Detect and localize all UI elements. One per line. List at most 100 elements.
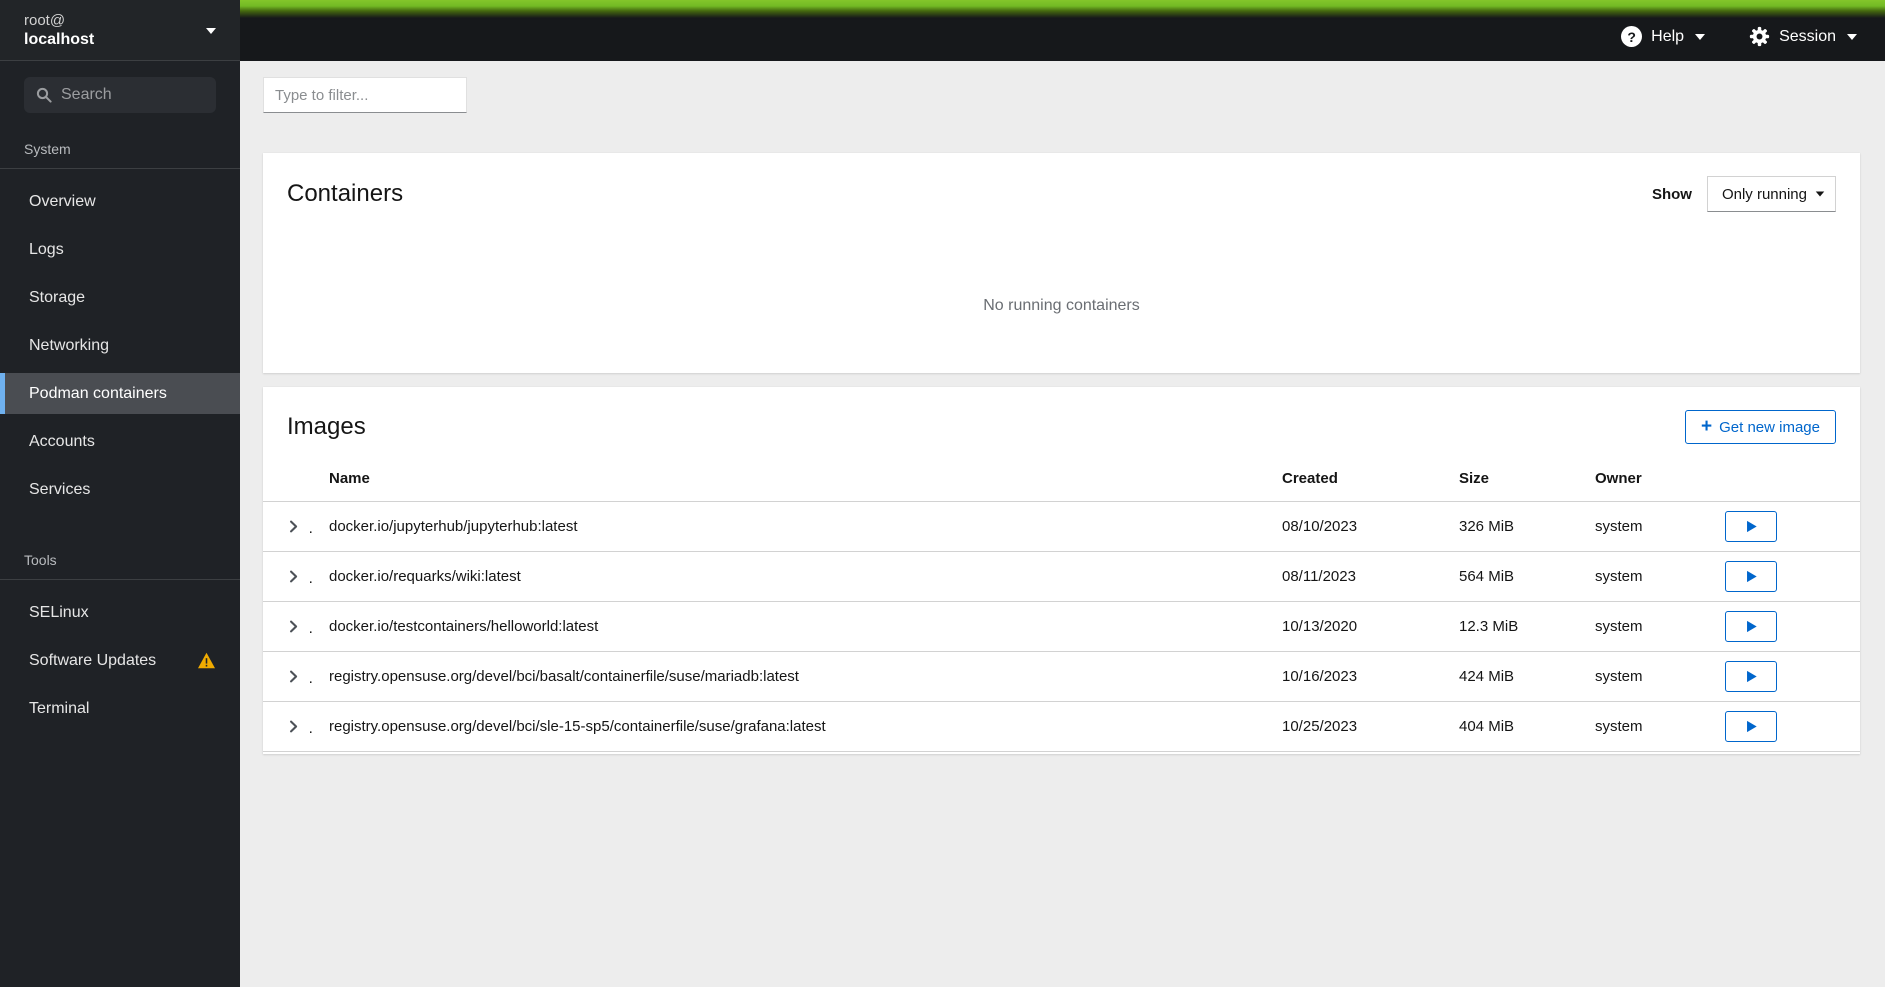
col-owner: Owner [1579, 464, 1709, 502]
table-row: registry.opensuse.org/devel/bci/sle-15-s… [263, 701, 1860, 752]
play-icon [1746, 570, 1757, 583]
sidebar-item-logs[interactable]: Logs [0, 229, 240, 270]
containers-empty-message: No running containers [983, 296, 1140, 314]
search-icon [36, 87, 52, 103]
session-label: Session [1779, 27, 1836, 45]
col-size: Size [1443, 464, 1579, 502]
run-image-button[interactable] [1725, 511, 1777, 542]
filter-input[interactable] [263, 77, 467, 113]
image-created: 10/16/2023 [1266, 651, 1443, 702]
sidebar-item-label: Logs [29, 240, 64, 258]
page-content: Containers Show Only running No running … [240, 61, 1885, 987]
sidebar-item-selinux[interactable]: SELinux [0, 592, 240, 633]
get-new-image-label: Get new image [1719, 418, 1820, 436]
image-owner: system [1579, 501, 1709, 552]
sidebar-item-overview[interactable]: Overview [0, 181, 240, 222]
image-size: 564 MiB [1443, 551, 1579, 602]
host-name: localhost [24, 31, 95, 49]
sidebar-item-accounts[interactable]: Accounts [0, 421, 240, 462]
play-icon [1746, 670, 1757, 683]
images-card: Images + Get new image Name Created Size [263, 387, 1860, 754]
table-row: docker.io/requarks/wiki:latest 08/11/202… [263, 551, 1860, 602]
sidebar-item-label: Services [29, 480, 91, 498]
image-name: docker.io/jupyterhub/jupyterhub:latest [313, 501, 1266, 552]
image-size: 12.3 MiB [1443, 601, 1579, 652]
get-new-image-button[interactable]: + Get new image [1685, 410, 1836, 444]
main-area: ? Help Session Type to filter... Contain… [240, 0, 1885, 987]
sidebar-item-services[interactable]: Services [0, 469, 240, 510]
nav-section-title: Tools [0, 542, 240, 580]
expand-row-button[interactable] [279, 616, 308, 637]
sidebar-nav: System Overview Logs Storage Networking … [0, 127, 240, 736]
caret-down-icon [1695, 33, 1706, 40]
sidebar-item-label: Storage [29, 288, 86, 306]
image-owner: system [1579, 701, 1709, 752]
sidebar-item-label: Overview [29, 192, 96, 210]
table-row: docker.io/jupyterhub/jupyterhub:latest 0… [263, 501, 1860, 552]
images-title: Images [287, 413, 366, 440]
run-image-button[interactable] [1725, 611, 1777, 642]
caret-down-icon [1847, 33, 1857, 40]
play-icon [1746, 520, 1757, 533]
image-size: 404 MiB [1443, 701, 1579, 752]
caret-down-icon [206, 28, 216, 34]
table-row: registry.opensuse.org/devel/bci/basalt/c… [263, 651, 1860, 702]
sidebar-item-label: SELinux [29, 603, 89, 621]
host-user: root@ [24, 11, 66, 29]
masthead: ? Help Session [240, 0, 1885, 61]
containers-card: Containers Show Only running No running … [263, 153, 1860, 373]
sidebar-item-label: Terminal [29, 699, 90, 717]
sidebar-item-networking[interactable]: Networking [0, 325, 240, 366]
image-name: registry.opensuse.org/devel/bci/basalt/c… [313, 651, 1266, 702]
containers-filter-value: Only running [1721, 185, 1807, 203]
sidebar-search[interactable] [24, 77, 216, 113]
play-icon [1746, 620, 1757, 633]
nav-section-title: System [0, 131, 240, 169]
image-created: 08/11/2023 [1266, 551, 1443, 602]
containers-title: Containers [287, 180, 404, 207]
image-name: docker.io/testcontainers/helloworld:late… [313, 601, 1266, 652]
image-created: 10/13/2020 [1266, 601, 1443, 652]
help-label: Help [1651, 27, 1685, 45]
run-image-button[interactable] [1725, 661, 1777, 692]
host-switcher[interactable]: root@ localhost [0, 0, 240, 61]
col-name: Name [313, 464, 1266, 502]
containers-filter-select[interactable]: Only running [1706, 176, 1836, 212]
images-table-header: Name Created Size Owner [263, 464, 1860, 502]
session-menu[interactable]: Session [1749, 26, 1857, 47]
image-size: 326 MiB [1443, 501, 1579, 552]
search-input[interactable] [61, 86, 204, 104]
sidebar-item-label: Software Updates [29, 651, 157, 669]
image-created: 10/25/2023 [1266, 701, 1443, 752]
sidebar: root@ localhost System Overview Logs Sto… [0, 0, 240, 987]
table-row: docker.io/testcontainers/helloworld:late… [263, 601, 1860, 652]
warning-icon [197, 652, 216, 669]
image-size: 424 MiB [1443, 651, 1579, 702]
run-image-button[interactable] [1725, 561, 1777, 592]
help-icon: ? [1621, 26, 1643, 47]
plus-icon: + [1701, 415, 1713, 437]
help-menu[interactable]: ? Help [1621, 26, 1706, 47]
sidebar-item-label: Networking [29, 336, 110, 354]
sidebar-item-label: Accounts [29, 432, 95, 450]
image-name: registry.opensuse.org/devel/bci/sle-15-s… [313, 701, 1266, 752]
sidebar-item-terminal[interactable]: Terminal [0, 688, 240, 729]
play-icon [1746, 720, 1757, 733]
sidebar-item-podman-containers[interactable]: Podman containers [0, 373, 240, 414]
expand-row-button[interactable] [279, 716, 308, 737]
caret-down-icon [1815, 191, 1825, 197]
expand-row-button[interactable] [279, 566, 308, 587]
gear-icon [1749, 26, 1770, 47]
images-table: Name Created Size Owner docker.io/jupyte… [263, 464, 1860, 752]
sidebar-item-software-updates[interactable]: Software Updates [0, 640, 240, 681]
image-owner: system [1579, 551, 1709, 602]
expand-row-button[interactable] [279, 516, 308, 537]
sidebar-item-label: Podman containers [29, 384, 167, 402]
image-owner: system [1579, 651, 1709, 702]
image-created: 08/10/2023 [1266, 501, 1443, 552]
show-label: Show [1651, 185, 1692, 203]
sidebar-item-storage[interactable]: Storage [0, 277, 240, 318]
image-name: docker.io/requarks/wiki:latest [313, 551, 1266, 602]
run-image-button[interactable] [1725, 711, 1777, 742]
expand-row-button[interactable] [279, 666, 308, 687]
